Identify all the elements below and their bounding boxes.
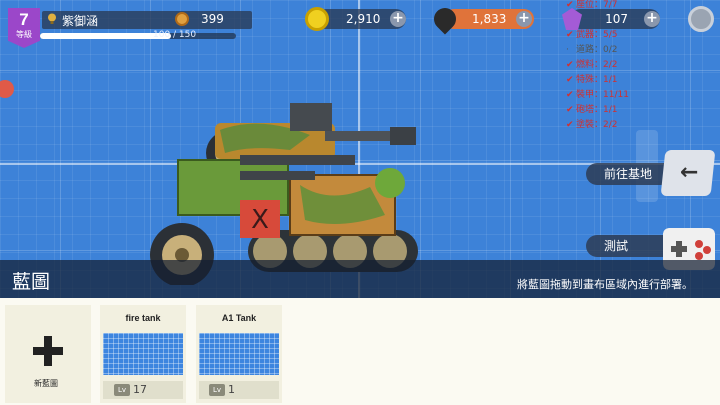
player-level-badge: 7 等級	[8, 8, 40, 48]
trophy-icon	[48, 13, 56, 24]
gems-value: 107	[605, 12, 628, 26]
stat-row: ✔ 特殊：1/1	[566, 75, 618, 85]
add-gems-button[interactable]: +	[644, 11, 660, 27]
banner-hint: 將藍圖拖動到畫布區域內進行部署。	[517, 278, 693, 291]
test-label: 測試	[604, 239, 629, 253]
new-blueprint-label: 新藍圖	[34, 379, 58, 388]
stat-row: ✔ 座位：7/7	[566, 0, 618, 10]
svg-text:X: X	[251, 205, 269, 235]
arrow-left-icon: ←	[680, 160, 699, 185]
level-tag: Lv	[114, 384, 130, 396]
player-level: 7	[19, 10, 29, 29]
medal-icon	[175, 12, 189, 26]
blueprint-name: A1 Tank	[221, 313, 257, 323]
tank-vehicle[interactable]: X	[140, 95, 430, 285]
add-coins-button[interactable]: +	[390, 11, 406, 27]
player-name: 紫御涵	[62, 14, 99, 28]
stat-row: ✔ 砲塔：1/1	[566, 105, 618, 115]
coins-value: 2,910	[346, 12, 381, 26]
blueprint-level: 1	[228, 383, 235, 396]
stat-row: ✔ 燃料：2/2	[566, 60, 618, 70]
go-base-label: 前往基地	[604, 167, 653, 181]
blueprint-thumbnail	[103, 333, 183, 375]
settings-button[interactable]	[688, 6, 714, 32]
coin-icon	[305, 7, 329, 31]
medal-count: 399	[201, 12, 224, 26]
blueprint-thumbnail	[199, 333, 279, 375]
xp-text: 100 / 150	[153, 30, 197, 40]
plus-icon	[33, 336, 63, 366]
player-level-label: 等級	[16, 30, 32, 39]
level-tag: Lv	[209, 384, 225, 396]
banner-title: 藍圖	[12, 271, 51, 293]
stat-row: ✔ 武器：5/5	[566, 30, 618, 40]
stat-row: ✔ 裝甲：11/11	[566, 90, 629, 100]
blueprint-level: 17	[133, 383, 147, 396]
blueprint-name: fire tank	[125, 313, 161, 323]
stat-row: · 道路：0/2	[566, 45, 618, 55]
xp-progress-bar	[40, 33, 236, 39]
oil-value: 1,833	[472, 12, 507, 26]
xp-progress-fill	[40, 33, 171, 39]
stat-row: ✔ 塗裝：2/2	[566, 120, 618, 130]
add-oil-button[interactable]: +	[516, 11, 532, 27]
